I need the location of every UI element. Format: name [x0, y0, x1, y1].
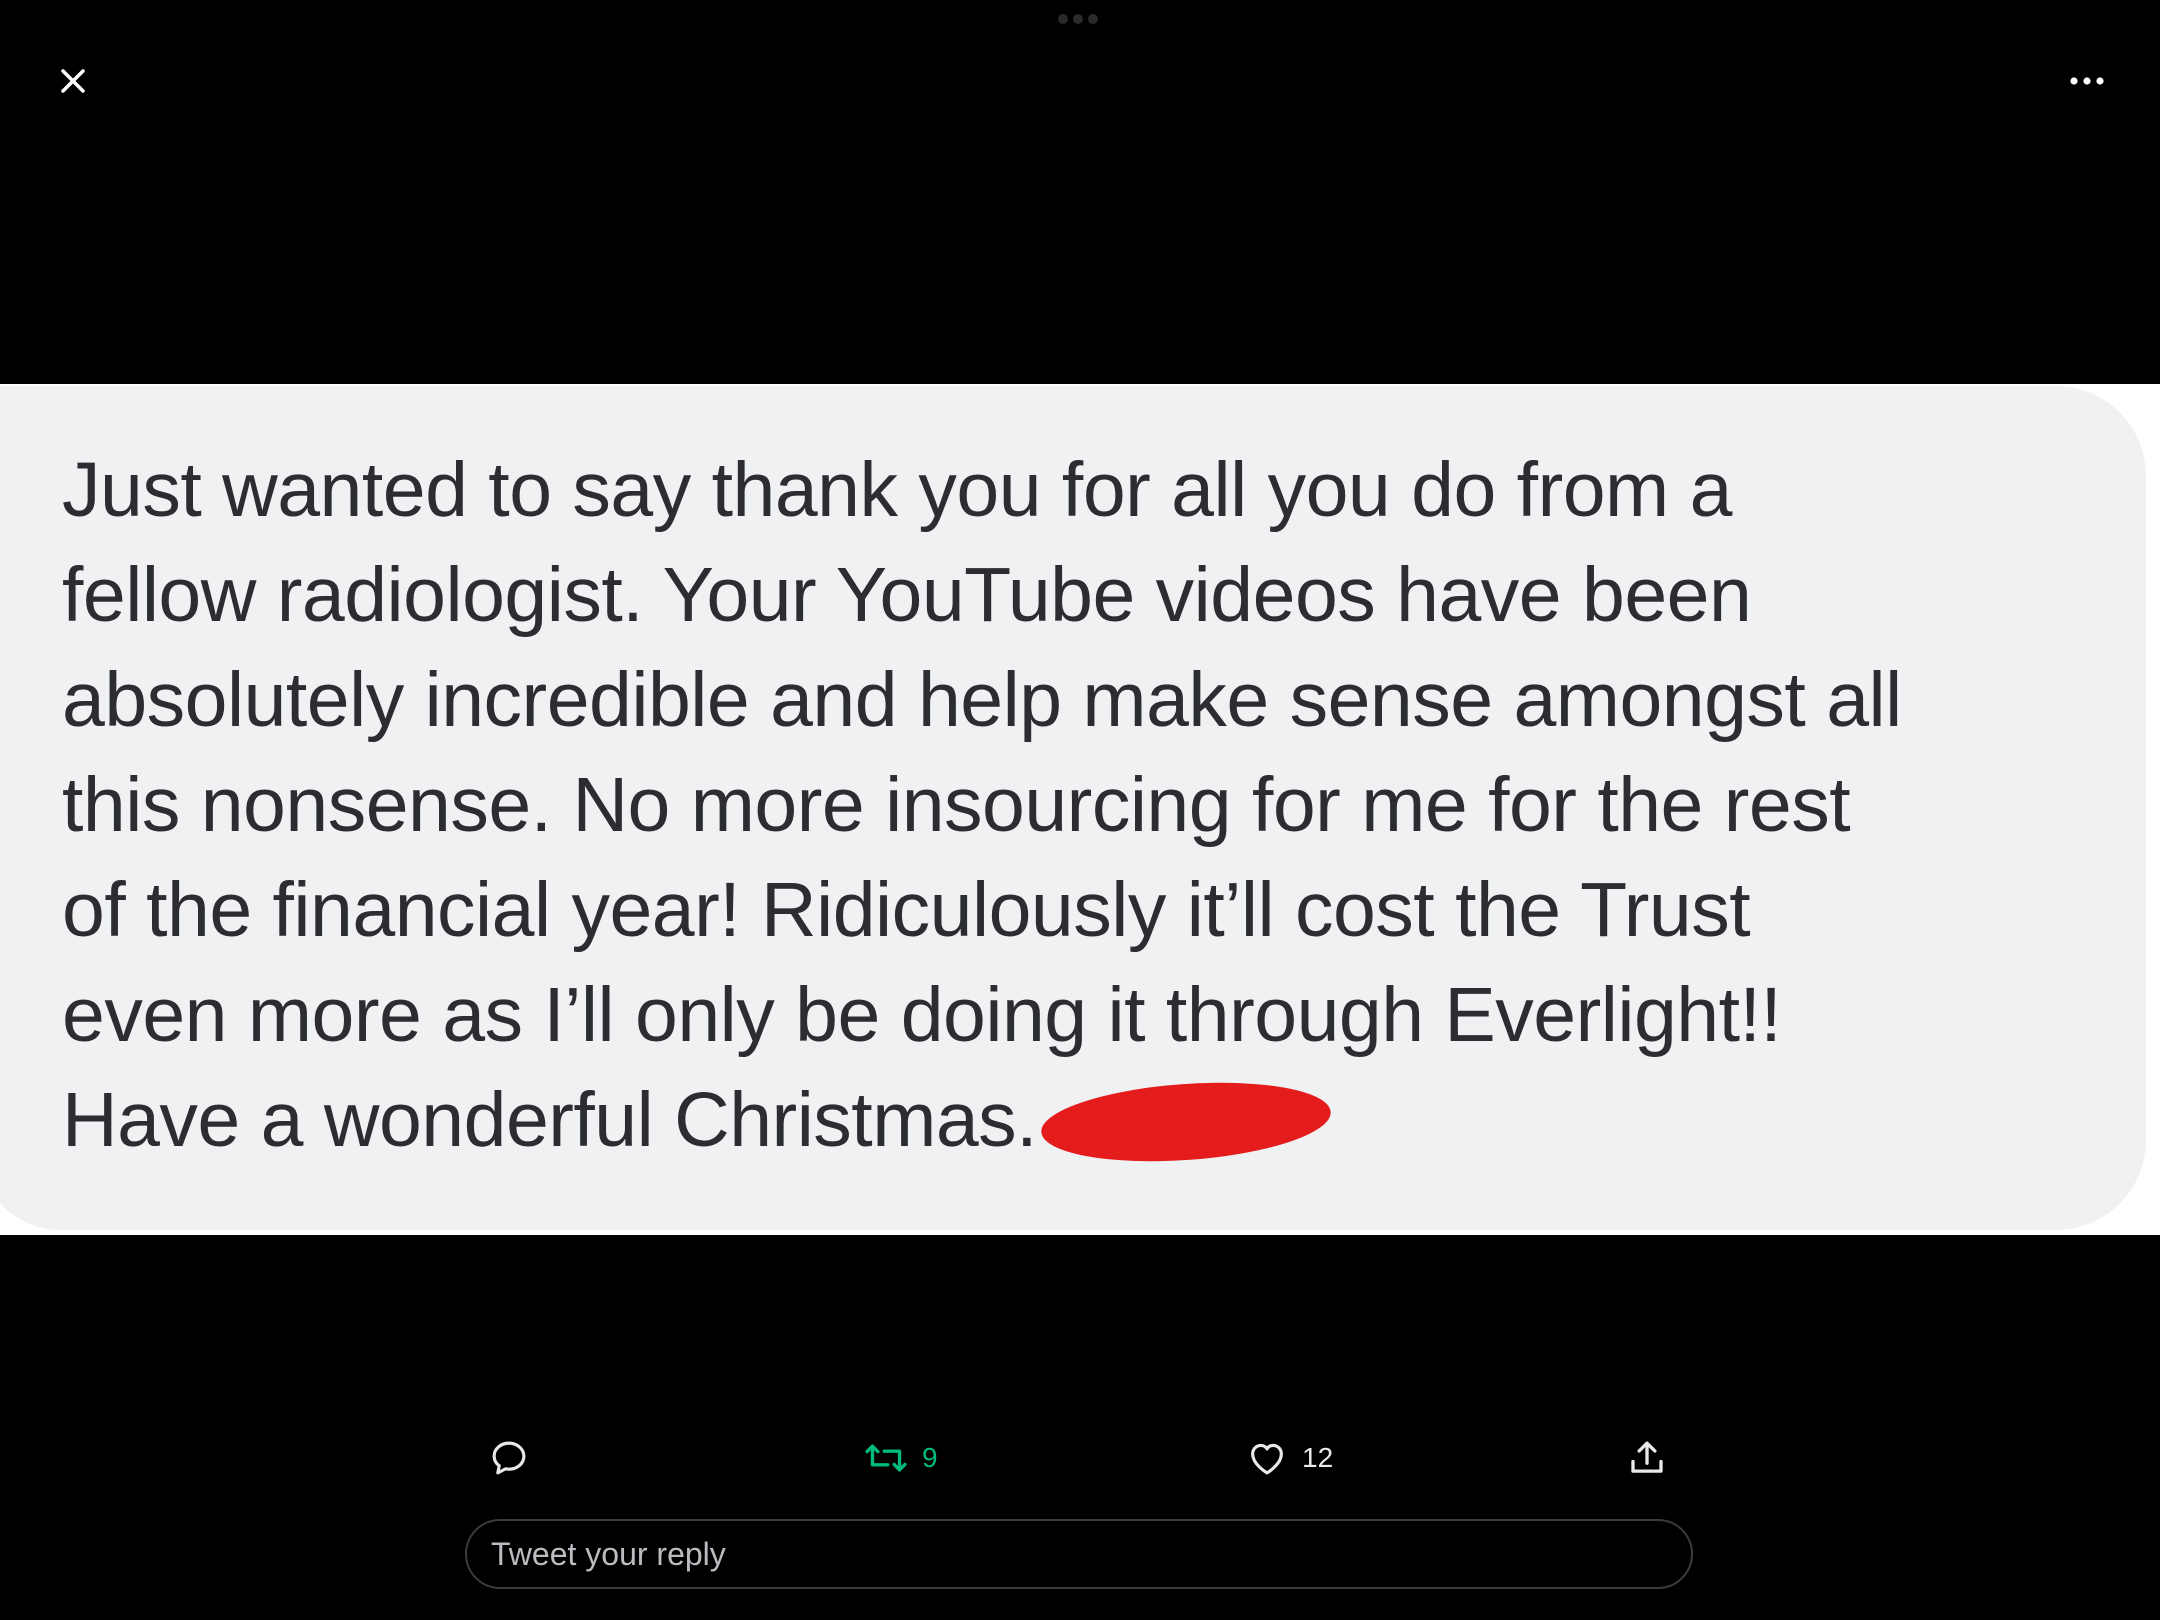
reply-input[interactable]: [489, 1534, 1691, 1574]
close-button[interactable]: [50, 58, 96, 104]
share-icon: [1631, 1441, 1663, 1473]
retweet-count: 9: [922, 1442, 938, 1473]
reply-icon: [492, 1441, 526, 1475]
message-line: Just wanted to say thank you for all you…: [62, 447, 1732, 533]
retweet-icon: [865, 1444, 907, 1472]
retweet-button[interactable]: 9: [864, 1432, 938, 1484]
like-count: 12: [1302, 1442, 1334, 1473]
message-line: even more as I’ll only be doing it throu…: [62, 972, 1782, 1058]
share-button[interactable]: [1626, 1432, 1668, 1484]
sheet-grabber: [1058, 14, 1098, 24]
message-line: this nonsense. No more insourcing for me…: [62, 762, 1851, 848]
message-bubble: Just wanted to say thank you for all you…: [0, 386, 2146, 1230]
message-line: absolutely incredible and help make sens…: [62, 657, 1902, 743]
tweet-actions-bar: 9 12: [488, 1432, 1688, 1484]
more-horizontal-icon: [2070, 77, 2104, 85]
reply-button[interactable]: [488, 1432, 530, 1484]
heart-icon: [1251, 1443, 1283, 1475]
redaction-mark: [1038, 1073, 1334, 1171]
more-options-button[interactable]: [2064, 58, 2110, 104]
message-line: fellow radiologist. Your YouTube videos …: [62, 552, 1752, 638]
message-text: Just wanted to say thank you for all you…: [62, 438, 2122, 1173]
reply-composer[interactable]: [465, 1519, 1693, 1589]
media-viewer: Just wanted to say thank you for all you…: [0, 0, 2160, 1620]
message-line: Have a wonderful Christmas.: [62, 1077, 1038, 1163]
like-button[interactable]: 12: [1246, 1432, 1333, 1484]
message-line: of the financial year! Ridiculously it’l…: [62, 867, 1751, 953]
close-icon: [61, 69, 85, 93]
tweet-image[interactable]: Just wanted to say thank you for all you…: [0, 384, 2160, 1235]
